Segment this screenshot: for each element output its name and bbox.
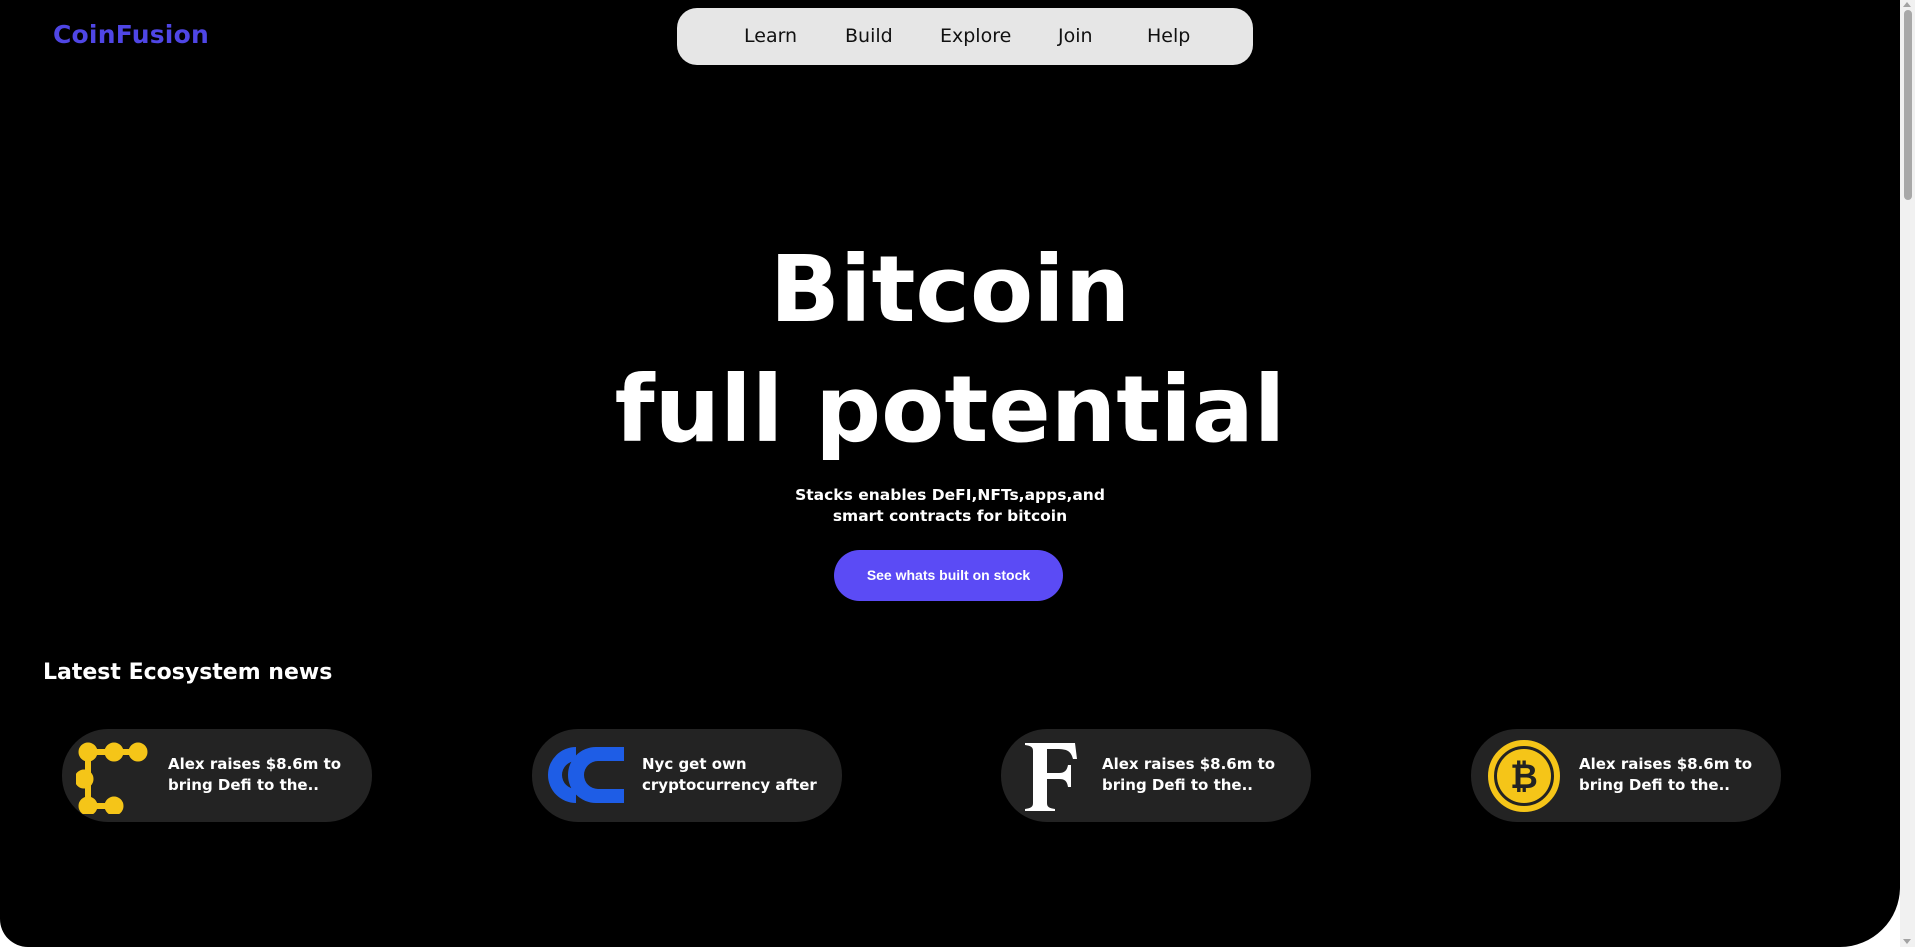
news-card[interactable]: Alex raises $8.6m to bring Defi to the.. [62,729,372,822]
alex-logo-icon [76,742,148,814]
hero-title-line1: Bitcoin [769,236,1131,343]
nav-item-join[interactable]: Join [1058,8,1093,65]
see-built-button[interactable]: See whats built on stock [834,550,1063,601]
nav-item-help[interactable]: Help [1147,8,1190,65]
svg-text:₿: ₿ [1510,757,1538,797]
news-card[interactable]: Nyc get own cryptocurrency after [532,729,842,822]
scroll-up-icon[interactable] [1903,2,1911,7]
nav-item-explore[interactable]: Explore [940,8,1011,65]
hero-subtitle-line2: smart contracts for bitcoin [832,507,1068,525]
top-nav: Learn Build Explore Join Help [677,8,1253,65]
news-card[interactable]: ₿ Alex raises $8.6m to bring Defi to the… [1471,729,1781,822]
hero-subtitle-line1: Stacks enables DeFI,NFTs,apps,and [795,486,1105,504]
scroll-thumb[interactable] [1904,10,1912,200]
news-card-text: Nyc get own cryptocurrency after [642,755,817,794]
news-card-text: Alex raises $8.6m to bring Defi to the.. [1579,755,1753,794]
page-background: CoinFusion Learn Build Explore Join Help… [0,0,1900,947]
forbes-f-icon [1025,743,1077,811]
scroll-down-icon[interactable] [1903,939,1911,944]
news-card-text: Alex raises $8.6m to bring Defi to the.. [168,755,342,794]
news-card-text: Alex raises $8.6m to bring Defi to the.. [1102,755,1276,794]
hero-title-line2: full potential [614,356,1286,463]
nyccoin-logo-icon [548,747,624,803]
news-card[interactable]: Alex raises $8.6m to bring Defi to the.. [1001,729,1311,822]
nav-item-build[interactable]: Build [845,8,893,65]
news-heading: Latest Ecosystem news [43,660,333,685]
nav-item-learn[interactable]: Learn [744,8,797,65]
vertical-scrollbar[interactable] [1900,0,1915,947]
brand-logo[interactable]: CoinFusion [53,20,209,49]
bitcoin-icon: ₿ [1488,740,1560,812]
